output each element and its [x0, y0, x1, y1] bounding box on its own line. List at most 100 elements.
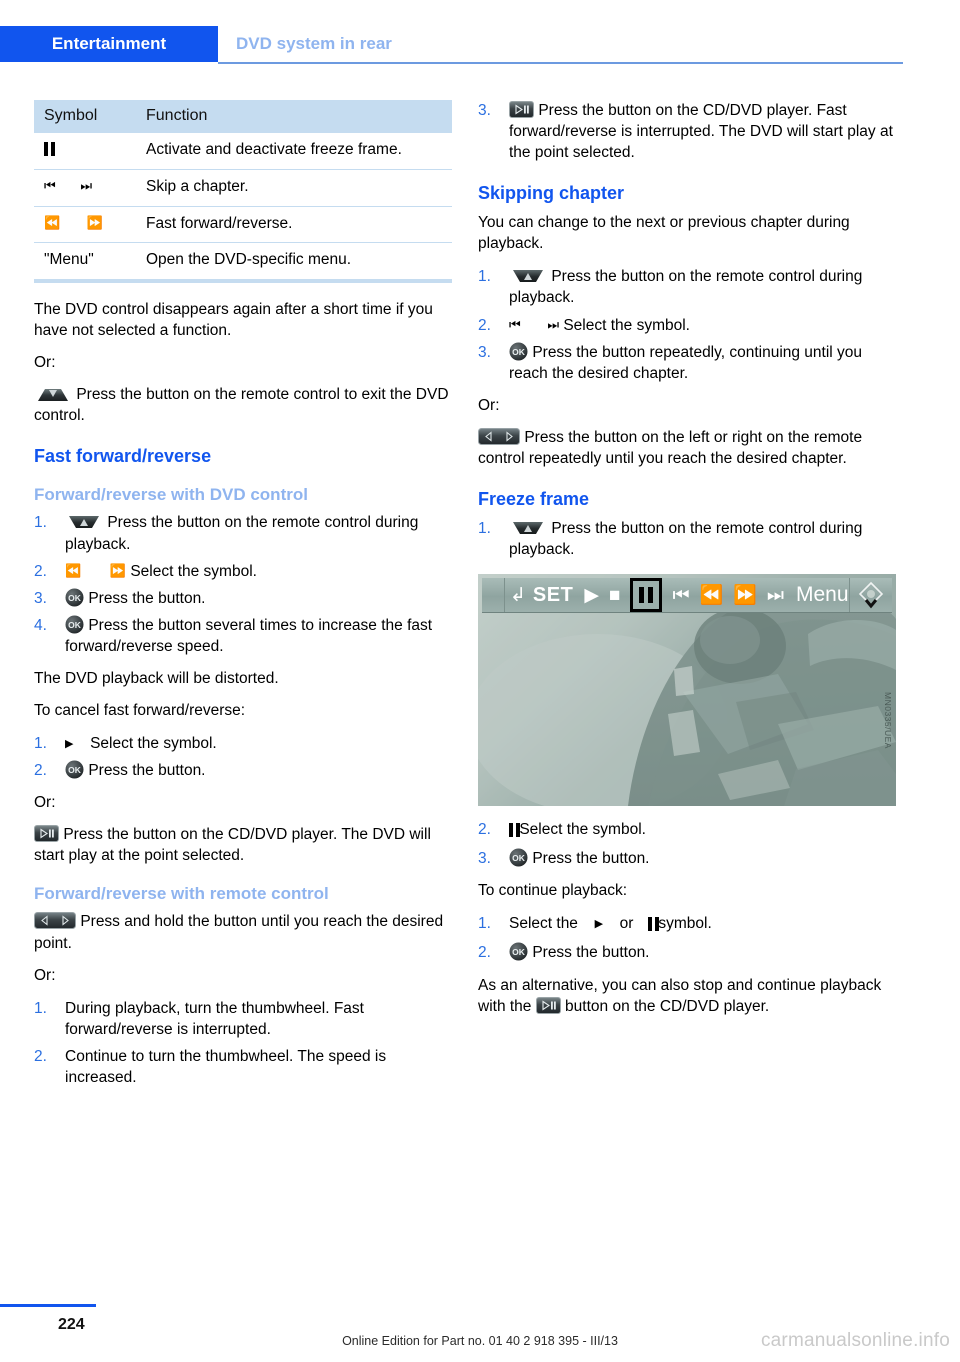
svg-text:OK: OK	[512, 347, 526, 357]
left-column: Symbol Function Activate and deactivate …	[34, 100, 452, 1094]
steps-freeze-frame: 1. Press the button on the remote contro…	[478, 518, 896, 560]
list-item: 2. OK Press the button.	[478, 942, 896, 963]
header-section-tab: Entertainment	[0, 26, 218, 62]
dpad-icon	[858, 582, 884, 609]
table-header-row: Symbol Function	[34, 100, 452, 133]
svg-text:OK: OK	[512, 853, 526, 863]
steps-cancel-fast-forward: 1. ▶ Select the symbol. 2. OK Press the …	[34, 733, 452, 781]
set-label[interactable]: SET	[533, 584, 573, 607]
play-pause-button-icon	[509, 101, 538, 119]
paragraph-text: Press the button on the left or right on…	[478, 428, 863, 467]
back-arrow-icon[interactable]: ↲	[510, 586, 526, 605]
fast-forward-icon: ⏩	[86, 214, 103, 230]
step-number: 1.	[478, 268, 491, 286]
table-cell-symbol: "Menu"	[34, 242, 136, 284]
list-item: 3. OK Press the button repeatedly, conti…	[478, 342, 896, 384]
section-heading-freeze-frame: Freeze frame	[478, 489, 590, 510]
list-item: 3. Press the button on the CD/DVD player…	[478, 100, 896, 163]
step-text-post: symbol.	[658, 915, 712, 933]
paragraph-cd-dvd-player-button: Press the button on the CD/DVD player. T…	[34, 824, 452, 866]
skip-next-icon: ⏭	[80, 177, 93, 193]
step-text: Press the button repeatedly, continuing …	[509, 343, 863, 382]
rewind-icon: ⏪	[44, 214, 61, 230]
step-number: 3.	[478, 102, 491, 119]
step-number: 2.	[478, 944, 491, 962]
play-pause-button-icon	[535, 996, 565, 1015]
remote-button-up-icon	[65, 514, 107, 531]
pause-icon-selected[interactable]	[630, 578, 663, 613]
left-right-rocker-icon	[34, 912, 80, 930]
step-text: Select the symbol.	[130, 562, 257, 580]
step-text: Press the button on the CD/DVD player. F…	[509, 102, 893, 162]
fast-forward-icon[interactable]: ⏩	[733, 586, 757, 605]
image-code: MN0335/UEA	[883, 692, 893, 750]
table-row: ⏪ ⏩ Fast forward/reverse.	[34, 206, 452, 244]
header-subtitle: DVD system in rear	[236, 34, 392, 53]
table-cell-symbol: ⏮ ⏭	[34, 169, 136, 207]
remote-button-down-icon	[34, 386, 76, 403]
paragraph-to-cancel: To cancel fast forward/reverse:	[34, 702, 246, 719]
table-cell-function: Open the DVD-specific menu.	[136, 242, 452, 284]
play-icon[interactable]: ▶	[584, 586, 599, 605]
skip-next-icon[interactable]: ⏭	[767, 586, 784, 605]
step-number: 2.	[34, 762, 47, 780]
svg-text:OK: OK	[512, 947, 526, 957]
list-item: 2. Select the symbol.	[478, 819, 896, 842]
list-item: 1. Press the button on the remote contro…	[478, 266, 896, 308]
steps-continue-playback: 1. Select the ▶ or symbol. 2. OK Press t…	[478, 913, 896, 963]
table-cell-symbol: ⏪ ⏩	[34, 206, 136, 244]
skip-prev-icon[interactable]: ⏮	[672, 586, 689, 605]
step-text: Continue to turn the thumbwheel. The spe…	[65, 1047, 387, 1086]
rewind-icon[interactable]: ⏪	[700, 586, 724, 605]
table-header-symbol: Symbol	[34, 100, 136, 133]
paragraph-change-chapter: You can change to the next or previous c…	[478, 214, 850, 253]
list-item: 1. During playback, turn the thumbwheel.…	[34, 998, 452, 1040]
subsection-heading-forward-reverse-remote: Forward/reverse with remote control	[34, 884, 329, 904]
page-number: 224	[58, 1316, 85, 1333]
list-item: 3. OK Press the button.	[34, 588, 452, 609]
step-text-pre: Select the	[509, 915, 578, 933]
ok-button-icon: OK	[65, 615, 88, 634]
skip-prev-icon: ⏮	[509, 316, 521, 332]
step-text: Press the button several times to increa…	[65, 616, 433, 655]
paragraph-text-post: button on the CD/DVD player.	[565, 997, 770, 1015]
symbol-function-table: Symbol Function Activate and deactivate …	[34, 100, 452, 284]
table-cell-function: Activate and deactivate freeze frame.	[136, 133, 452, 170]
watermark: carmanualsonline.info	[760, 1330, 950, 1351]
dvd-screen-screenshot: ↲ SET ▶ ■ ⏮ ⏪ ⏩ ⏭ Menu MN0335/UEA	[478, 574, 896, 807]
step-number: 2.	[34, 1047, 47, 1065]
steps-forward-reverse-dvd-control: 1. Press the button on the remote contro…	[34, 512, 452, 656]
table-row: "Menu" Open the DVD-specific menu.	[34, 242, 452, 284]
stop-icon[interactable]: ■	[609, 586, 620, 605]
table-cell-function: Fast forward/reverse.	[136, 206, 452, 244]
footer-divider	[0, 1304, 96, 1307]
remote-button-up-icon	[509, 520, 551, 537]
paragraph-press-hold-button: Press and hold the button until you reac…	[34, 911, 452, 953]
or-label: Or:	[478, 396, 500, 414]
steps-continued-from-left: 3. Press the button on the CD/DVD player…	[478, 100, 896, 163]
play-icon: ▶	[65, 738, 74, 751]
section-heading-skipping-chapter: Skipping chapter	[478, 183, 625, 204]
paragraph-text: Press the button on the CD/DVD player. T…	[34, 826, 431, 865]
list-item: 1. Press the button on the remote contro…	[34, 512, 452, 554]
svg-text:OK: OK	[68, 765, 82, 775]
steps-thumbwheel: 1. During playback, turn the thumbwheel.…	[34, 998, 452, 1088]
menu-label[interactable]: Menu	[796, 583, 849, 607]
remote-button-up-icon	[509, 268, 551, 285]
play-icon: ▶	[594, 918, 604, 931]
step-number: 2.	[478, 821, 491, 839]
ok-button-icon: OK	[509, 942, 532, 961]
bar-left-cap	[482, 578, 505, 613]
steps-skipping-chapter: 1. Press the button on the remote contro…	[478, 266, 896, 383]
list-item: 2. ⏮ ⏭ Select the symbol.	[478, 315, 896, 336]
list-item: 2. Continue to turn the thumbwheel. The …	[34, 1046, 452, 1088]
svg-text:OK: OK	[68, 593, 82, 603]
paragraph-to-continue-playback: To continue playback:	[478, 882, 628, 900]
table-header-function: Function	[136, 100, 452, 133]
dvd-control-bar[interactable]: ↲ SET ▶ ■ ⏮ ⏪ ⏩ ⏭ Menu	[482, 578, 892, 614]
page-header: Entertainment DVD system in rear	[0, 26, 960, 62]
step-text: Select the symbol.	[563, 316, 690, 334]
step-text: Press the button on the remote control d…	[509, 268, 863, 307]
list-item: 1. ▶ Select the symbol.	[34, 733, 452, 754]
list-item: 2. ⏪ ⏩ Select the symbol.	[34, 561, 452, 582]
